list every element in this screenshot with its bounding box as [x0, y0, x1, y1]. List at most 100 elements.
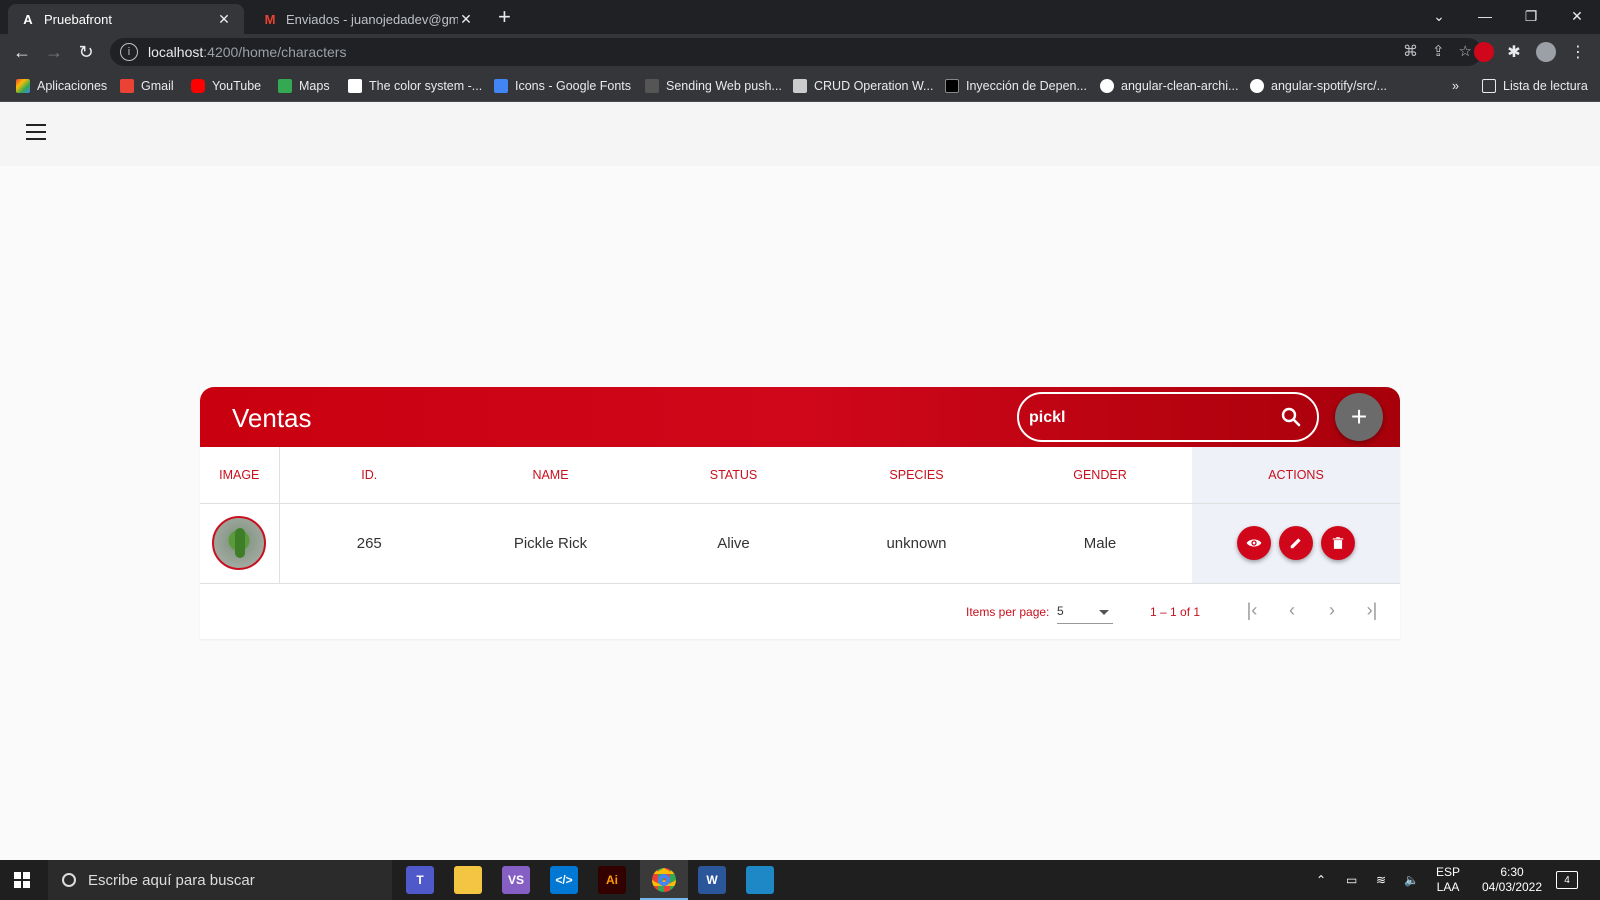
next-page-icon[interactable]: ›: [1320, 598, 1344, 622]
material-icon: [348, 79, 362, 93]
previous-page-icon[interactable]: ‹: [1280, 598, 1304, 622]
search-icon: [62, 873, 76, 887]
cell-name: Pickle Rick: [459, 503, 642, 584]
gmail-icon: [120, 79, 134, 93]
youtube-icon: [191, 79, 205, 93]
delete-button[interactable]: [1321, 526, 1356, 560]
last-page-icon[interactable]: ›|: [1360, 598, 1384, 622]
close-tab-icon[interactable]: ✕: [458, 11, 474, 28]
url-host: localhost: [148, 44, 204, 60]
forward-icon[interactable]: →: [42, 40, 66, 64]
card-header: Ventas +: [200, 387, 1400, 447]
items-per-page-label: Items per page:: [966, 605, 1050, 619]
bookmark-inyeccion[interactable]: Inyección de Depen...: [945, 77, 1087, 95]
restore-button[interactable]: ❐: [1508, 0, 1554, 32]
windows-start-icon[interactable]: [14, 872, 30, 888]
bookmark-gmail[interactable]: Gmail: [120, 77, 174, 95]
header-species[interactable]: SPECIES: [825, 447, 1008, 504]
reload-icon[interactable]: ↻: [74, 40, 98, 64]
app-toolbar: [0, 102, 1600, 166]
page-range: 1 – 1 of 1: [1150, 605, 1201, 619]
volume-icon[interactable]: 🔈: [1404, 860, 1419, 900]
bookmark-crud[interactable]: CRUD Operation W...: [793, 77, 933, 95]
vscode-icon[interactable]: </>: [550, 866, 578, 894]
chrome-icon[interactable]: [650, 866, 678, 894]
word-icon[interactable]: W: [698, 866, 726, 894]
rss-icon: [645, 79, 659, 93]
close-window-button[interactable]: ✕: [1554, 0, 1600, 32]
header-gender[interactable]: GENDER: [1008, 447, 1192, 504]
site-info-icon[interactable]: i: [120, 43, 138, 61]
wifi-icon[interactable]: ≋: [1376, 860, 1386, 900]
cell-gender: Male: [1008, 503, 1192, 584]
first-page-icon[interactable]: |‹: [1240, 598, 1264, 622]
table-header-row: IMAGE ID. NAME STATUS SPECIES GENDER ACT…: [200, 447, 1400, 504]
bookmark-maps[interactable]: Maps: [278, 77, 330, 95]
share-icon[interactable]: ⇪: [1432, 42, 1445, 60]
file-explorer-icon[interactable]: [454, 866, 482, 894]
header-image[interactable]: IMAGE: [200, 447, 280, 504]
notifications-button[interactable]: 4: [1556, 860, 1578, 900]
bookmark-angular-clean[interactable]: angular-clean-archi...: [1100, 77, 1238, 95]
add-button[interactable]: +: [1335, 393, 1383, 441]
gmail-icon: M: [264, 11, 276, 27]
menu-hamburger-icon[interactable]: [26, 124, 46, 140]
chevron-down-icon: [1099, 610, 1109, 615]
tray-chevron-icon[interactable]: ⌃: [1316, 860, 1326, 900]
close-tab-icon[interactable]: ✕: [216, 11, 232, 28]
minimize-button[interactable]: —: [1462, 0, 1508, 32]
clock[interactable]: 6:30 04/03/2022: [1476, 860, 1548, 900]
taskbar-search[interactable]: Escribe aquí para buscar: [48, 860, 392, 900]
trash-icon: [1332, 537, 1344, 549]
new-tab-button[interactable]: +: [498, 5, 511, 29]
bookmark-color-system[interactable]: The color system -...: [348, 77, 482, 95]
bookmark-aplicaciones[interactable]: Aplicaciones: [16, 77, 107, 95]
address-bar[interactable]: i localhost:4200/home/characters ⌘ ⇪ ☆: [110, 38, 1482, 66]
crud-icon: [793, 79, 807, 93]
menu-kebab-icon[interactable]: ⋮: [1566, 40, 1590, 64]
bookmark-web-push[interactable]: Sending Web push...: [645, 77, 782, 95]
photos-icon[interactable]: [746, 866, 774, 894]
github-icon: [1100, 79, 1114, 93]
profile-avatar[interactable]: [1534, 40, 1558, 64]
maps-icon: [278, 79, 292, 93]
reading-list-button[interactable]: Lista de lectura: [1482, 77, 1588, 95]
edit-button[interactable]: [1279, 526, 1313, 560]
character-avatar: [212, 516, 267, 570]
url-path: :4200/home/characters: [203, 44, 347, 60]
teams-icon[interactable]: T: [406, 866, 434, 894]
view-button[interactable]: [1236, 526, 1271, 560]
tab-title: Enviados - juanojedadev@gmail.: [286, 11, 458, 27]
tab-pruebafront[interactable]: A Pruebafront ✕: [8, 4, 244, 34]
bookmark-angular-spotify[interactable]: angular-spotify/src/...: [1250, 77, 1387, 95]
table-row: 265 Pickle Rick Alive unknown Male: [200, 503, 1400, 584]
more-bookmarks-icon[interactable]: »: [1452, 77, 1459, 95]
extensions-puzzle-icon[interactable]: ✱: [1502, 40, 1526, 64]
tab-gmail[interactable]: M Enviados - juanojedadev@gmail. ✕: [250, 4, 486, 34]
taskbar-search-placeholder: Escribe aquí para buscar: [88, 871, 255, 889]
header-name[interactable]: NAME: [459, 447, 642, 504]
cell-actions: [1192, 503, 1400, 584]
extension-icon[interactable]: [1472, 40, 1496, 64]
header-id[interactable]: ID.: [279, 447, 459, 504]
search-input[interactable]: [1029, 406, 1269, 430]
card-title: Ventas: [232, 403, 312, 433]
header-status[interactable]: STATUS: [642, 447, 825, 504]
battery-icon[interactable]: ▭: [1346, 860, 1357, 900]
bookmark-google-fonts[interactable]: Icons - Google Fonts: [494, 77, 631, 95]
visual-studio-icon[interactable]: VS: [502, 866, 530, 894]
illustrator-icon[interactable]: Ai: [598, 866, 626, 894]
translate-icon[interactable]: ⌘: [1403, 42, 1418, 60]
paginator: Items per page: 5 1 – 1 of 1 |‹ ‹ › ›|: [200, 584, 1400, 639]
tab-search-icon[interactable]: ⌄: [1416, 0, 1462, 32]
language-indicator[interactable]: ESP LAA: [1436, 860, 1460, 900]
clock-time: 6:30: [1500, 865, 1524, 879]
bookmark-star-icon[interactable]: ☆: [1459, 42, 1472, 60]
cell-species: unknown: [825, 503, 1008, 584]
page-size-select[interactable]: 5: [1057, 598, 1113, 624]
back-icon[interactable]: ←: [10, 40, 34, 64]
bookmark-youtube[interactable]: YouTube: [191, 77, 261, 95]
search-field[interactable]: [1017, 392, 1319, 442]
clock-date: 04/03/2022: [1481, 880, 1543, 894]
search-icon[interactable]: [1279, 405, 1303, 429]
